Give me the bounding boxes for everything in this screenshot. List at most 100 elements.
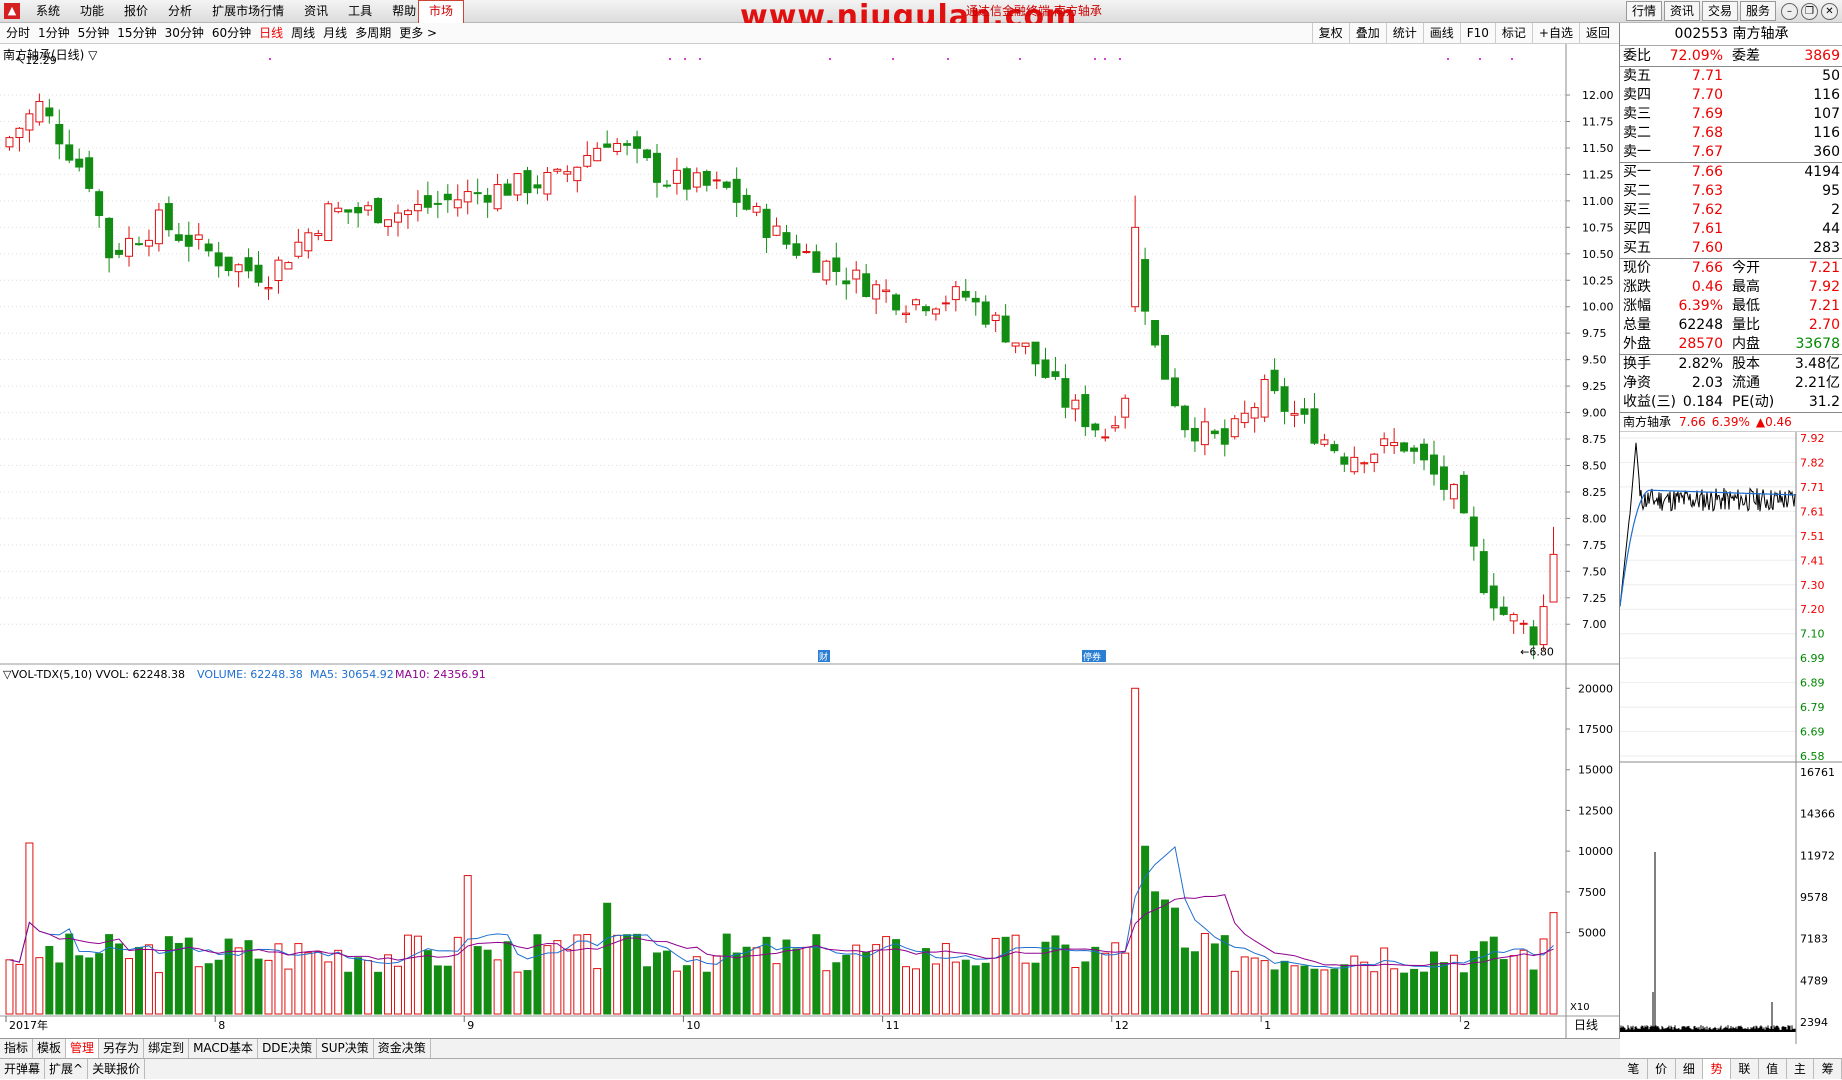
stat2-row-0: 换手 2.82% 股本 3.48亿 xyxy=(1620,355,1842,374)
period-tab-0[interactable]: 分时 xyxy=(2,23,34,43)
bid-row-3-price: 7.61 xyxy=(1691,221,1723,237)
top-right-button-3[interactable]: 服务 xyxy=(1739,1,1776,21)
main-chart[interactable]: 12.00 11.75 11.50 11.25 11.00 10.75 10.50 10.25… xyxy=(0,44,1619,1038)
right-bottom-tab-4[interactable]: 联 xyxy=(1731,1059,1759,1079)
close-icon[interactable]: ✕ xyxy=(1821,3,1838,20)
chart-tool-1[interactable]: 叠加 xyxy=(1348,23,1386,43)
vol-tick-label: 7500 xyxy=(1578,886,1606,899)
right-bottom-tab-7[interactable]: 筹 xyxy=(1814,1059,1842,1079)
indicator-tab-0[interactable]: 指标 xyxy=(0,1039,34,1058)
weibi-row-label1: 委比 xyxy=(1623,48,1651,64)
volume-bar xyxy=(1081,961,1090,1015)
period-tab-2[interactable]: 5分钟 xyxy=(74,23,114,43)
month-label: 1 xyxy=(1264,1019,1271,1032)
candle xyxy=(55,109,64,160)
candle xyxy=(1350,446,1359,475)
volume-bar xyxy=(1350,955,1359,1015)
chart-tool-0[interactable]: 复权 xyxy=(1311,23,1349,43)
restore-icon[interactable]: ❐ xyxy=(1801,3,1818,20)
chart-tool-4[interactable]: F10 xyxy=(1459,23,1495,43)
volume-bar xyxy=(842,954,851,1015)
mini-tick-label: 6.89 xyxy=(1800,677,1825,690)
candle xyxy=(1061,364,1070,419)
period-tab-10[interactable]: 更多 > xyxy=(395,23,441,43)
period-tab-4[interactable]: 30分钟 xyxy=(161,23,208,43)
right-bottom-tab-1[interactable]: 价 xyxy=(1648,1059,1676,1079)
intraday-mini-chart[interactable]: 7.92 7.82 7.71 7.61 7.51 7.41 7.30 7.20 7.10 6.99… xyxy=(1620,432,1842,1044)
volume-bar xyxy=(692,956,701,1015)
volume-bar xyxy=(802,946,811,1015)
menu-item-4[interactable]: 扩展市场行情 xyxy=(202,0,294,22)
indicator-tab-8[interactable]: 资金决策 xyxy=(374,1039,431,1058)
chart-tool-6[interactable]: +自选 xyxy=(1531,23,1579,43)
indicator-tab-1[interactable]: 模板 xyxy=(33,1039,67,1058)
menu-item-2[interactable]: 报价 xyxy=(114,0,158,22)
chart-tool-5[interactable]: 标记 xyxy=(1494,23,1532,43)
volume-bar xyxy=(154,972,163,1015)
candle xyxy=(244,248,253,279)
period-tab-6[interactable]: 日线 xyxy=(255,23,287,43)
menu-item-3[interactable]: 分析 xyxy=(158,0,202,22)
vol-ma5-label: MA5: 30654.92 xyxy=(310,668,394,681)
chart-tool-2[interactable]: 统计 xyxy=(1385,23,1423,43)
period-tab-1[interactable]: 1分钟 xyxy=(34,23,74,43)
indicator-tab-2[interactable]: 管理 xyxy=(66,1039,100,1058)
stat-row-3-label2: 量比 xyxy=(1732,317,1760,333)
chart-tool-3[interactable]: 画线 xyxy=(1422,23,1460,43)
bottom-extra-tab-2[interactable]: 关联报价 xyxy=(88,1059,146,1079)
bottom-extra-tab-0[interactable]: 开弹幕 xyxy=(0,1059,46,1079)
bid-row-0: 买一 7.66 4194 xyxy=(1620,163,1842,182)
period-tab-5[interactable]: 60分钟 xyxy=(208,23,255,43)
top-right-button-0[interactable]: 行情 xyxy=(1625,1,1662,21)
volume-bar xyxy=(762,936,771,1015)
market-button[interactable]: 市场 xyxy=(418,0,464,24)
indicator-tab-7[interactable]: SUP决策 xyxy=(317,1039,374,1058)
candle xyxy=(1439,455,1448,501)
stat2-row-1-value1: 2.03 xyxy=(1691,375,1723,391)
period-tab-8[interactable]: 月线 xyxy=(319,23,351,43)
right-bottom-tab-3[interactable]: 势 xyxy=(1703,1059,1731,1079)
bottom-extra-tab-1[interactable]: 扩展^ xyxy=(45,1059,89,1079)
top-right-button-1[interactable]: 资讯 xyxy=(1663,1,1700,21)
indicator-tab-4[interactable]: 绑定到 xyxy=(144,1039,190,1058)
candle xyxy=(1410,444,1419,464)
candle xyxy=(35,93,44,126)
volume-bar xyxy=(413,935,422,1015)
indicator-tab-5[interactable]: MACD基本 xyxy=(189,1039,259,1058)
volume-bar xyxy=(493,959,502,1015)
menu-item-1[interactable]: 功能 xyxy=(70,0,114,22)
right-bottom-tab-0[interactable]: 笔 xyxy=(1620,1059,1648,1079)
stat2-row-2-value1: 0.184 xyxy=(1682,394,1723,410)
stat2-row-2-label2: PE(动) xyxy=(1732,394,1775,410)
volume-bar xyxy=(573,934,582,1015)
ask-row-2-label: 卖三 xyxy=(1623,106,1651,122)
indicator-tab-3[interactable]: 另存为 xyxy=(99,1039,145,1058)
volume-bar xyxy=(593,968,602,1015)
indicator-tab-6[interactable]: DDE决策 xyxy=(258,1039,318,1058)
period-tab-9[interactable]: 多周期 xyxy=(351,23,395,43)
menu-item-6[interactable]: 工具 xyxy=(338,0,382,22)
minimize-icon[interactable]: – xyxy=(1781,3,1798,20)
volume-bar xyxy=(752,947,761,1015)
menu-item-5[interactable]: 资讯 xyxy=(294,0,338,22)
candle xyxy=(912,298,920,311)
right-bottom-tab-6[interactable]: 主 xyxy=(1787,1059,1815,1079)
month-label: 12 xyxy=(1115,1019,1129,1032)
period-tab-3[interactable]: 15分钟 xyxy=(113,23,160,43)
candle xyxy=(1131,195,1140,313)
period-tab-7[interactable]: 周线 xyxy=(287,23,319,43)
right-bottom-tab-5[interactable]: 值 xyxy=(1759,1059,1787,1079)
stat-row-1-label2: 最高 xyxy=(1732,279,1760,295)
candle xyxy=(1091,422,1100,437)
mini-tick-label: 7.61 xyxy=(1800,505,1825,518)
volume-bar xyxy=(1430,951,1438,1015)
right-bottom-tab-2[interactable]: 细 xyxy=(1676,1059,1704,1079)
menu-item-0[interactable]: 系统 xyxy=(26,0,70,22)
chart-tool-7[interactable]: 返回 xyxy=(1578,23,1616,43)
vol-volume-label: VOLUME: 62248.38 xyxy=(197,668,303,681)
mini-tick-label: 7.41 xyxy=(1800,554,1825,567)
candle xyxy=(1051,356,1060,381)
volume-bar xyxy=(394,965,402,1015)
volume-bar xyxy=(772,963,781,1015)
top-right-button-2[interactable]: 交易 xyxy=(1701,1,1738,21)
